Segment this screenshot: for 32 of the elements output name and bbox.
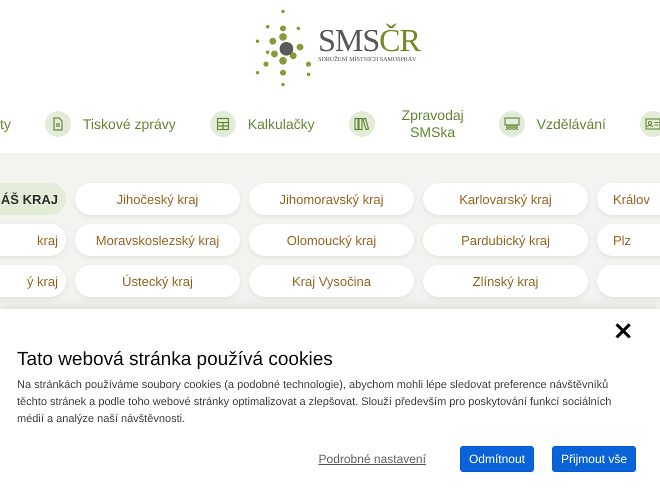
region-button[interactable]: ý kraj [0, 265, 66, 297]
document-icon [44, 111, 71, 137]
classroom-icon [498, 111, 525, 137]
nav-link[interactable]: Kalkulačky [210, 111, 315, 137]
nav-link[interactable]: Zpravodaj SMSka [348, 107, 465, 141]
cookie-title: Tato webová stránka používá cookies [17, 349, 334, 371]
region-button[interactable]: Olomoucký kraj [249, 224, 414, 256]
region-button[interactable]: ÁŠ KRAJ [0, 183, 66, 215]
region-button[interactable]: Karlovarský kraj [423, 183, 588, 215]
cookie-button[interactable]: Přijmout vše [552, 446, 636, 472]
region-button[interactable]: kraj [0, 224, 66, 256]
cookie-text: Na stránkách používáme soubory cookies (a podobné technologie), abychom mohli lépe sledovat preference návštěvníků těchto stránek a podle toho webové stránky optimalizovat a zlepšovat. Slouží především pro poskytování funkcí sociálních médií a analýze naší návštěvnosti. [17, 378, 612, 427]
id-card-icon [640, 111, 660, 137]
logo-text: SMSČR [318, 24, 420, 56]
settings-link[interactable]: Podrobné nastavení [318, 452, 426, 466]
cookie-button[interactable]: Odmítnout [460, 446, 534, 472]
grid-icon [210, 111, 236, 137]
region-button[interactable]: Pardubický kraj [423, 224, 588, 256]
region-button[interactable]: Zlínský kraj [423, 265, 588, 297]
region-button[interactable]: Králov [597, 183, 660, 215]
region-button[interactable]: Jihomoravský kraj [249, 183, 414, 215]
nav-link[interactable] [640, 111, 660, 137]
books-icon [348, 111, 375, 137]
nav-link[interactable]: Tiskové zprávy [44, 111, 176, 137]
nav-link[interactable]: Vzdělávání [498, 111, 606, 137]
close-button[interactable]: × [610, 321, 636, 341]
region-button[interactable]: Kraj Vysočina [249, 265, 414, 297]
region-button[interactable]: Jihočeský kraj [75, 183, 240, 215]
region-button[interactable]: Moravskoslezský kraj [75, 224, 240, 256]
region-button[interactable]: Plz [597, 224, 660, 256]
nav-link[interactable]: ty [0, 116, 11, 132]
region-button[interactable]: Ústecký kraj [75, 265, 240, 297]
